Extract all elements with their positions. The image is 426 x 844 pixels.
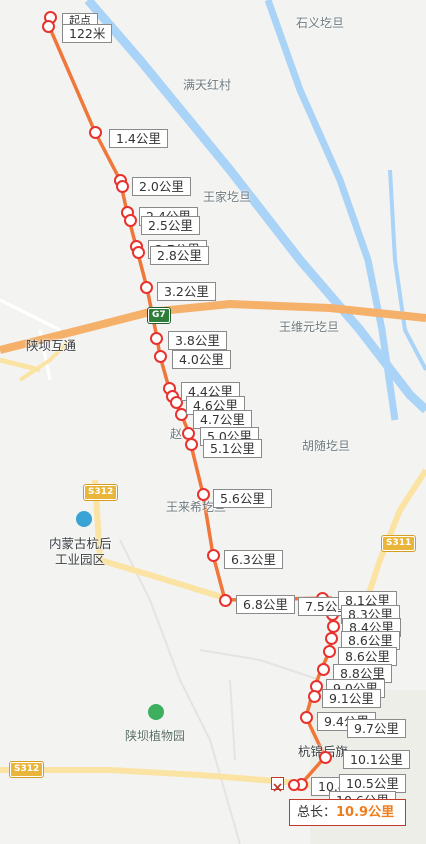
place-wangjia: 王家圪旦 (203, 190, 252, 204)
distance-label: 2.5公里 (141, 216, 200, 235)
total-label: 总长： (297, 805, 337, 820)
distance-label: 3.2公里 (157, 282, 216, 301)
distance-label: 2.8公里 (150, 246, 209, 265)
place-shanba-hutong: 陕坝互通 (26, 338, 77, 353)
route-end-marker[interactable] (288, 779, 300, 791)
distance-label: 5.1公里 (203, 439, 262, 458)
route-point[interactable] (132, 246, 145, 259)
distance-label: 4.0公里 (172, 350, 231, 369)
route-point[interactable] (319, 751, 332, 764)
route-point[interactable] (197, 488, 210, 501)
shield-s311: S311 (382, 536, 416, 551)
route-point[interactable] (154, 350, 167, 363)
distance-label: 5.6公里 (213, 489, 272, 508)
place-wangweiyuan: 王维元圪旦 (279, 320, 340, 334)
place-husui: 胡随圪旦 (302, 439, 351, 453)
map-canvas[interactable]: 石义圪旦 满天红村 王家圪旦 陕坝互通 王维元圪旦 赵 胡随圪旦 王来希圪旦 内… (0, 0, 426, 844)
shield-s312-south: S312 (10, 762, 44, 777)
distance-label: 6.8公里 (236, 595, 295, 614)
route-point[interactable] (124, 214, 137, 227)
route-point[interactable] (42, 20, 55, 33)
route-point[interactable] (116, 180, 129, 193)
distance-label: 9.1公里 (322, 689, 381, 708)
route-point[interactable] (300, 711, 313, 724)
route-point[interactable] (219, 594, 232, 607)
distance-label: 10.1公里 (343, 750, 410, 769)
shield-s312-north: S312 (84, 485, 118, 500)
shield-g7: G7 (148, 308, 170, 323)
distance-label: 1.4公里 (109, 129, 168, 148)
route-point[interactable] (207, 549, 220, 562)
total-distance-box: 总长：10.9公里 (289, 799, 406, 826)
route-point[interactable] (327, 620, 340, 633)
place-neimeng-2: 工业园区 (55, 552, 106, 567)
distance-label: 6.3公里 (224, 550, 283, 569)
place-neimeng-1: 内蒙古杭后 (49, 536, 112, 551)
river-1 (84, 0, 426, 414)
route-first-label: 122米 (62, 24, 113, 43)
place-zhao: 赵 (170, 427, 183, 441)
route-point[interactable] (140, 281, 153, 294)
route-point[interactable] (89, 126, 102, 139)
distance-label: 9.7公里 (347, 719, 406, 738)
route-point[interactable] (308, 690, 321, 703)
total-value: 10.9公里 (336, 805, 395, 820)
route-point[interactable] (325, 632, 338, 645)
close-icon[interactable] (271, 777, 284, 792)
canal-1 (388, 169, 426, 371)
place-mantian: 满天红村 (183, 78, 232, 92)
route-point[interactable] (317, 663, 330, 676)
route-point[interactable] (185, 438, 198, 451)
distance-label: 3.8公里 (168, 331, 227, 350)
botanical-garden-icon[interactable] (148, 704, 164, 720)
route-point[interactable] (323, 645, 336, 658)
industrial-park-icon[interactable] (76, 511, 92, 527)
place-shiyi: 石义圪旦 (296, 16, 345, 30)
distance-label: 2.0公里 (132, 177, 191, 196)
place-botanical: 陕坝植物园 (125, 729, 186, 743)
route-point[interactable] (150, 332, 163, 345)
